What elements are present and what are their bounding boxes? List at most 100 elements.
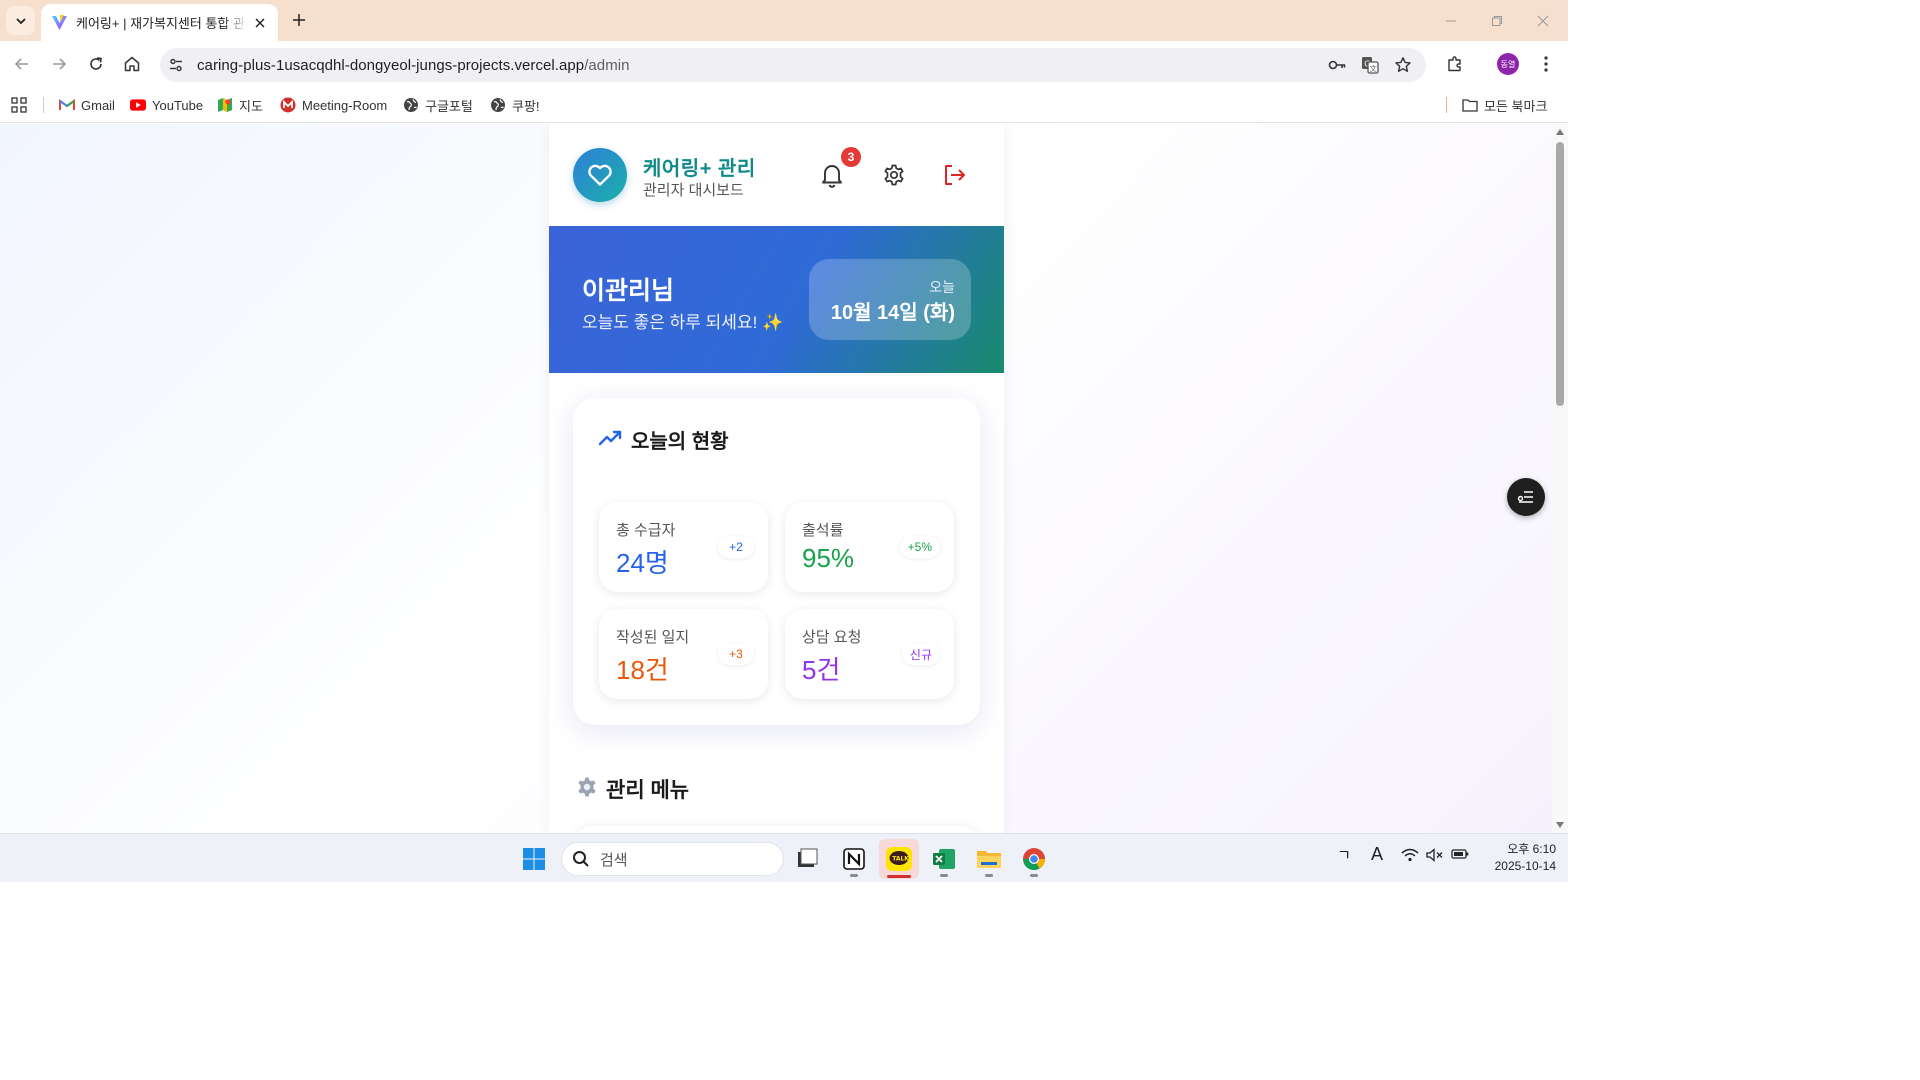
volume-muted-icon[interactable] <box>1425 848 1445 862</box>
chrome-icon <box>1023 848 1045 870</box>
scroll-up-icon[interactable] <box>1555 128 1565 136</box>
minimize-icon <box>1446 20 1456 21</box>
restore-button[interactable] <box>1474 0 1520 41</box>
minimize-button[interactable] <box>1428 0 1474 41</box>
bookmarks-divider <box>43 97 44 113</box>
stat-change-badge: 신규 <box>901 643 940 665</box>
system-clock[interactable]: 오후 6:10 2025-10-14 <box>1472 841 1556 875</box>
arrow-right-icon <box>53 58 67 70</box>
bookmark-star-icon[interactable] <box>1391 53 1415 77</box>
bookmark-label: 지도 <box>239 98 263 114</box>
trending-up-icon <box>598 430 622 446</box>
scroll-down-icon[interactable] <box>1555 821 1565 829</box>
search-placeholder: 검색 <box>600 851 628 869</box>
stat-label: 총 수급자 <box>616 522 676 539</box>
ime-hangul-indicator[interactable]: ㄱ <box>1336 844 1352 865</box>
home-button[interactable] <box>117 49 147 79</box>
stat-card-total-recipients[interactable]: 총 수급자 24명 +2 <box>599 502 768 592</box>
bookmark-maps[interactable]: 지도 <box>217 93 263 117</box>
list-settings-icon <box>1517 491 1533 503</box>
bookmark-label: Meeting-Room <box>302 97 388 113</box>
all-bookmarks-button[interactable]: 모든 북마크 <box>1462 93 1547 117</box>
vercel-favicon-icon <box>52 15 67 30</box>
tab-close-icon[interactable] <box>252 15 268 31</box>
stat-change-badge: +3 <box>718 643 754 665</box>
bookmark-label: YouTube <box>152 97 204 113</box>
battery-icon[interactable] <box>1450 848 1470 860</box>
new-tab-button[interactable] <box>287 8 311 32</box>
stat-value: 95% <box>802 543 855 573</box>
browser-tab-active[interactable]: 케어링+ | 재가복지센터 통합 관리 <box>41 4 278 41</box>
apps-grid-button[interactable] <box>11 93 27 117</box>
tab-strip: 케어링+ | 재가복지센터 통합 관리 <box>0 0 1568 41</box>
plus-icon <box>293 14 305 26</box>
search-icon <box>573 851 589 867</box>
address-bar[interactable]: caring-plus-1usacqdhl-dongyeol-jungs-pro… <box>160 48 1426 82</box>
password-key-icon[interactable] <box>1325 53 1349 77</box>
bookmark-google-portal[interactable]: 구글포털 <box>403 93 473 117</box>
running-indicator <box>1030 874 1038 877</box>
bookmark-label: Gmail <box>81 97 115 113</box>
translate-icon[interactable]: G文 <box>1358 53 1382 77</box>
reload-button[interactable] <box>81 49 111 79</box>
bookmark-coupang[interactable]: 쿠팡! <box>490 93 540 117</box>
bookmark-youtube[interactable]: YouTube <box>130 93 203 117</box>
chevron-down-icon <box>15 17 26 24</box>
stat-card-written-logs[interactable]: 작성된 일지 18건 +3 <box>599 609 768 699</box>
apps-grid-icon <box>11 97 27 113</box>
profile-avatar[interactable]: 동열 <box>1493 49 1523 79</box>
stat-card-attendance-rate[interactable]: 출석률 95% +5% <box>785 502 954 592</box>
taskbar-file-explorer[interactable] <box>969 839 1009 879</box>
reload-icon <box>90 57 102 70</box>
kakaotalk-icon: TALK <box>886 847 912 871</box>
taskbar-kakaotalk[interactable]: TALK <box>879 839 919 879</box>
taskbar-chrome[interactable] <box>1014 839 1054 879</box>
logout-button[interactable] <box>940 160 970 190</box>
task-view-icon <box>798 848 818 867</box>
start-button[interactable] <box>514 839 554 879</box>
page-viewport: 케어링+ 관리 관리자 대시보드 3 이관리님 오늘도 좋은 하루 되세요! ✨… <box>0 124 1568 833</box>
extensions-button[interactable] <box>1440 49 1470 79</box>
windows-taskbar: 검색 TALK ㄱ A 오후 6:10 2025-10-14 <box>0 833 1568 882</box>
menu-card <box>573 826 980 833</box>
app-brand-title: 케어링+ 관리 <box>643 158 756 180</box>
today-status-card: 오늘의 현황 총 수급자 24명 +2 출석률 95% +5% 작성된 일지 1… <box>573 398 980 725</box>
taskbar-excel[interactable] <box>924 839 964 879</box>
forward-button[interactable] <box>44 49 74 79</box>
stat-value: 18건 <box>616 655 669 685</box>
all-bookmarks-label: 모든 북마크 <box>1484 98 1548 114</box>
settings-button[interactable] <box>879 160 909 190</box>
notifications-button[interactable] <box>817 160 847 190</box>
page-scrollbar[interactable] <box>1552 124 1568 833</box>
gear-icon <box>884 164 904 186</box>
taskbar-search[interactable]: 검색 <box>561 842 784 876</box>
youtube-icon <box>130 97 146 113</box>
bookmark-meeting-room[interactable]: Meeting-Room <box>280 93 387 117</box>
today-date: 10월 14일 (화) <box>830 302 955 324</box>
tab-search-button[interactable] <box>6 6 35 35</box>
floating-menu-button[interactable] <box>1507 478 1545 516</box>
stat-card-consult-requests[interactable]: 상담 요청 5건 신규 <box>785 609 954 699</box>
site-info-icon[interactable] <box>161 50 191 80</box>
admin-app-container: 케어링+ 관리 관리자 대시보드 3 이관리님 오늘도 좋은 하루 되세요! ✨… <box>549 124 1004 833</box>
stat-label: 작성된 일지 <box>616 629 690 646</box>
scrollbar-thumb[interactable] <box>1556 142 1564 406</box>
tab-title: 케어링+ | 재가복지센터 통합 관리 <box>76 16 248 31</box>
taskbar-task-view[interactable] <box>787 839 827 879</box>
svg-text:TALK: TALK <box>892 856 909 863</box>
home-icon <box>124 56 140 72</box>
close-window-button[interactable] <box>1520 0 1566 41</box>
windows-logo-icon <box>523 848 545 870</box>
logo-heart-icon[interactable] <box>573 148 627 202</box>
bookmark-gmail[interactable]: Gmail <box>59 93 115 117</box>
wifi-icon[interactable] <box>1400 848 1420 862</box>
back-button[interactable] <box>7 49 37 79</box>
ime-mode-indicator[interactable]: A <box>1368 844 1386 865</box>
stat-value: 24명 <box>616 548 669 578</box>
stat-value: 5건 <box>802 655 841 685</box>
chrome-menu-button[interactable] <box>1531 49 1561 79</box>
url-text: caring-plus-1usacqdhl-dongyeol-jungs-pro… <box>197 56 630 74</box>
taskbar-notion[interactable] <box>834 839 874 879</box>
running-indicator <box>940 874 948 877</box>
more-vertical-icon <box>1544 56 1548 72</box>
